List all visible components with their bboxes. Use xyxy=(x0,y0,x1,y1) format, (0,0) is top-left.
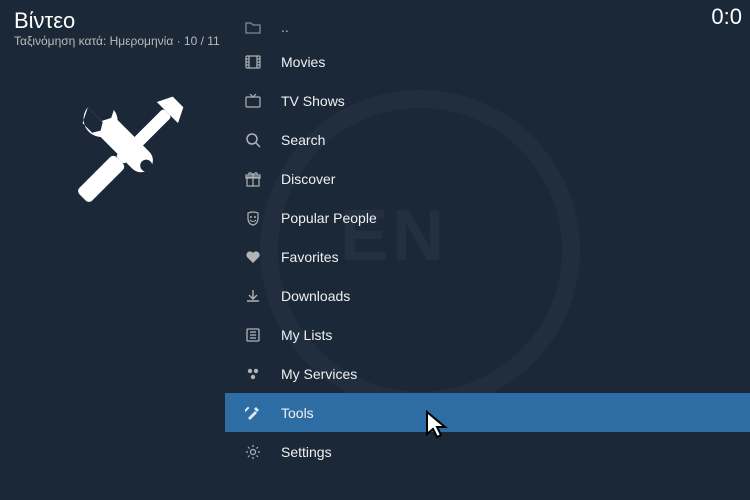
search-icon xyxy=(243,130,263,150)
tools-artwork xyxy=(50,80,200,235)
menu-item-label: Settings xyxy=(281,444,332,460)
download-icon xyxy=(243,286,263,306)
menu-item-popular-people[interactable]: Popular People xyxy=(225,198,750,237)
tv-icon xyxy=(243,91,263,111)
menu-item-label: Downloads xyxy=(281,288,350,304)
menu-item-my-lists[interactable]: My Lists xyxy=(225,315,750,354)
main-menu: .. Movies TV Shows Search Discover Popular P… xyxy=(225,12,750,471)
menu-item-label: Discover xyxy=(281,171,335,187)
menu-item-discover[interactable]: Discover xyxy=(225,159,750,198)
gift-icon xyxy=(243,169,263,189)
menu-item-label: Popular People xyxy=(281,210,377,226)
menu-item-label: Movies xyxy=(281,54,325,70)
menu-item-favorites[interactable]: Favorites xyxy=(225,237,750,276)
menu-item-search[interactable]: Search xyxy=(225,120,750,159)
menu-item-tvshows[interactable]: TV Shows xyxy=(225,81,750,120)
menu-item-downloads[interactable]: Downloads xyxy=(225,276,750,315)
list-icon xyxy=(243,325,263,345)
menu-item-label: TV Shows xyxy=(281,93,345,109)
gear-icon xyxy=(243,442,263,462)
menu-item-movies[interactable]: Movies xyxy=(225,42,750,81)
services-icon xyxy=(243,364,263,384)
heart-icon xyxy=(243,247,263,267)
menu-item-label: Search xyxy=(281,132,325,148)
menu-item-label: Favorites xyxy=(281,249,339,265)
menu-item-label: Tools xyxy=(281,405,314,421)
film-icon xyxy=(243,52,263,72)
menu-item-label: My Services xyxy=(281,366,357,382)
menu-item-tools[interactable]: Tools xyxy=(225,393,750,432)
menu-item-my-services[interactable]: My Services xyxy=(225,354,750,393)
parent-folder-item[interactable]: .. xyxy=(225,12,750,42)
menu-item-settings[interactable]: Settings xyxy=(225,432,750,471)
menu-item-label: My Lists xyxy=(281,327,332,343)
tools-icon xyxy=(243,403,263,423)
folder-up-icon xyxy=(243,17,263,37)
parent-folder-label: .. xyxy=(281,19,289,35)
mask-icon xyxy=(243,208,263,228)
